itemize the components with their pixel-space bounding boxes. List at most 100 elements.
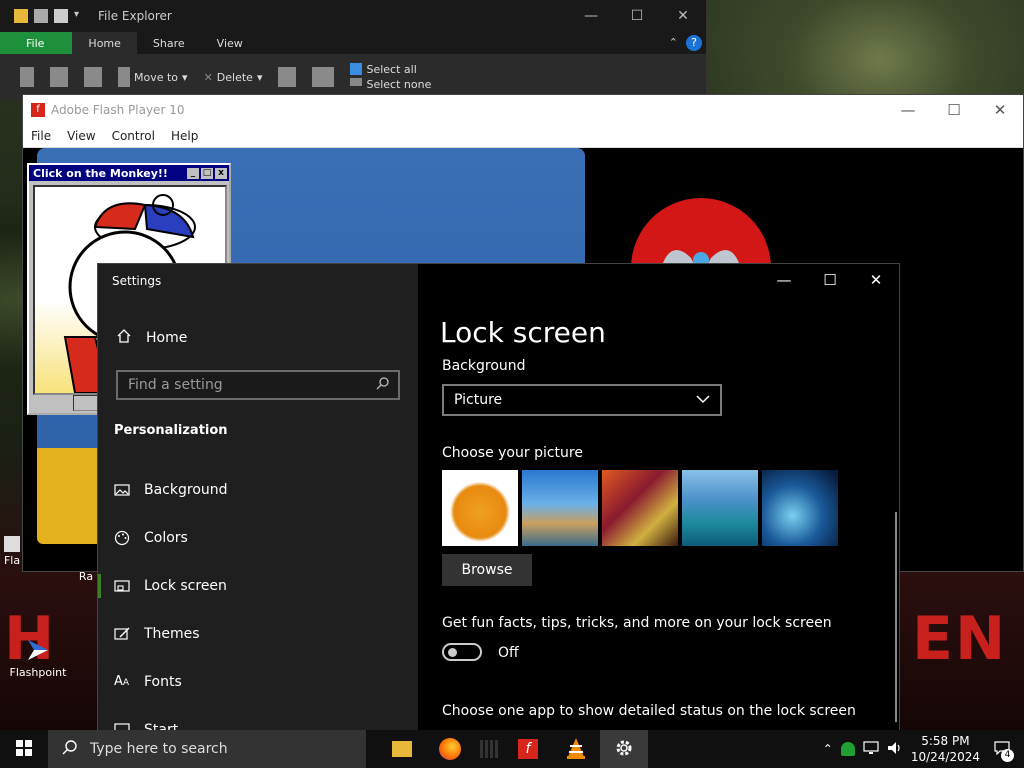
background-label: Background — [442, 358, 526, 374]
delete-label: Delete — [216, 70, 253, 84]
delete-button[interactable]: ✕ Delete ▾ — [204, 71, 263, 84]
content-scrollbar[interactable] — [895, 512, 897, 722]
thumbnail-pumpkin[interactable] — [442, 470, 518, 546]
start-button[interactable] — [0, 730, 48, 768]
file-explorer-titlebar: ▾ File Explorer — ☐ ✕ — [0, 0, 706, 32]
taskbar-mixer[interactable] — [474, 730, 504, 768]
thumbnail-beach-arch[interactable] — [522, 470, 598, 546]
taskbar-file-explorer[interactable] — [378, 730, 426, 768]
sidebar-item-fonts[interactable]: AA Fonts — [98, 660, 418, 704]
clock-date: 10/24/2024 — [910, 750, 980, 764]
sidebar-item-lock-screen[interactable]: Lock screen — [98, 564, 418, 608]
settings-content: — ☐ ✕ Lock screen Background Picture Cho… — [418, 264, 899, 731]
detailed-status-label: Choose one app to show detailed status o… — [442, 703, 856, 719]
browse-button[interactable]: Browse — [442, 554, 532, 586]
nav-home-label: Home — [146, 330, 188, 346]
popup-minimize-button[interactable]: _ — [187, 167, 199, 179]
move-to-label: Move to — [134, 70, 179, 84]
minimize-button[interactable]: — — [568, 8, 614, 24]
network-icon[interactable] — [863, 740, 879, 758]
taskbar-firefox[interactable] — [426, 730, 474, 768]
close-button[interactable]: ✕ — [660, 8, 706, 24]
close-button[interactable]: ✕ — [977, 101, 1023, 119]
file-icon — [4, 536, 20, 552]
desktop-banner-right: EN — [912, 604, 1008, 674]
thumbnail-underwater[interactable] — [762, 470, 838, 546]
chevron-up-icon[interactable]: ⌃ — [823, 742, 833, 756]
menu-file[interactable]: File — [31, 129, 51, 143]
popup-title: Click on the Monkey!! — [33, 166, 168, 180]
maximize-button[interactable]: ☐ — [931, 101, 977, 119]
search-input[interactable] — [126, 376, 376, 394]
copy-button[interactable] — [50, 67, 68, 87]
file-explorer-window: ▾ File Explorer — ☐ ✕ File Home Share Vi… — [0, 0, 707, 100]
search-icon — [62, 739, 78, 759]
settings-search[interactable] — [116, 370, 400, 400]
sidebar-item-background[interactable]: Background — [98, 468, 418, 512]
folder-icon[interactable] — [14, 9, 28, 23]
windows-icon — [16, 739, 32, 759]
volume-icon[interactable] — [887, 741, 903, 758]
popup-maximize-button[interactable]: □ — [201, 167, 213, 179]
picture-thumbnails — [442, 470, 838, 546]
new-item-button[interactable] — [278, 67, 297, 87]
taskbar-settings[interactable] — [600, 730, 648, 768]
paste-button[interactable] — [84, 67, 102, 87]
select-none-button[interactable]: Select none — [350, 78, 431, 91]
move-to-button[interactable]: Move to ▾ — [118, 67, 188, 87]
select-none-icon — [350, 78, 363, 86]
maximize-button[interactable]: ☐ — [807, 264, 853, 296]
taskbar-search[interactable]: Type here to search — [48, 730, 366, 768]
new-folder-icon[interactable] — [54, 9, 68, 23]
sidebar-item-colors[interactable]: Colors — [98, 516, 418, 560]
move-icon — [118, 67, 130, 87]
tab-share[interactable]: Share — [137, 32, 201, 54]
font-icon: AA — [114, 674, 130, 689]
grid-icon — [480, 740, 498, 758]
gear-icon — [614, 738, 634, 761]
nav-home[interactable]: Home — [116, 328, 187, 348]
minimize-button[interactable]: — — [761, 264, 807, 296]
sidebar-item-themes[interactable]: Themes — [98, 612, 418, 656]
popup-close-button[interactable]: x — [215, 167, 227, 179]
properties-button[interactable] — [312, 67, 335, 87]
chevron-down-icon — [696, 392, 710, 408]
tab-file[interactable]: File — [0, 32, 73, 54]
pin-button[interactable] — [20, 67, 34, 87]
quick-access-toolbar: ▾ — [0, 9, 88, 23]
collapse-ribbon-icon[interactable]: ⌃ — [669, 36, 678, 49]
clock[interactable]: 5:58 PM 10/24/2024 — [911, 733, 980, 765]
tab-view[interactable]: View — [201, 32, 259, 54]
sidebar-item-start[interactable]: Start — [98, 708, 418, 731]
menu-control[interactable]: Control — [112, 129, 155, 143]
taskbar-flash[interactable]: f — [504, 730, 552, 768]
sidebar-item-label: Colors — [144, 530, 188, 546]
action-center-button[interactable]: 4 — [988, 730, 1016, 768]
maximize-button[interactable]: ☐ — [614, 8, 660, 24]
desktop-icon-flashpoint[interactable]: Flashpoint — [8, 636, 68, 679]
thumbnail-ocean-sailboat[interactable] — [682, 470, 758, 546]
close-button[interactable]: ✕ — [853, 264, 899, 296]
chevron-down-icon[interactable]: ▾ — [74, 9, 88, 23]
checkmark-icon — [312, 67, 335, 87]
delete-icon: ✕ — [203, 70, 213, 84]
minimize-button[interactable]: — — [885, 101, 931, 119]
menu-view[interactable]: View — [67, 129, 95, 143]
thumbnail-colorful-art[interactable] — [602, 470, 678, 546]
picture-icon — [114, 482, 130, 498]
help-icon[interactable]: ? — [686, 35, 702, 51]
paste-icon — [84, 67, 102, 87]
user-status-icon[interactable] — [840, 742, 855, 756]
fun-facts-toggle[interactable] — [442, 643, 482, 661]
menu-help[interactable]: Help — [171, 129, 198, 143]
pin-icon — [20, 67, 34, 87]
background-dropdown[interactable]: Picture — [442, 384, 722, 416]
app-title: Settings — [112, 274, 162, 288]
ribbon-tabs: File Home Share View — [0, 32, 706, 54]
properties-icon[interactable] — [34, 9, 48, 23]
select-all-button[interactable]: Select all — [350, 63, 417, 76]
tab-home[interactable]: Home — [72, 32, 137, 54]
fun-facts-label: Get fun facts, tips, tricks, and more on… — [442, 615, 832, 631]
window-title: File Explorer — [98, 9, 172, 23]
taskbar-vlc[interactable] — [552, 730, 600, 768]
